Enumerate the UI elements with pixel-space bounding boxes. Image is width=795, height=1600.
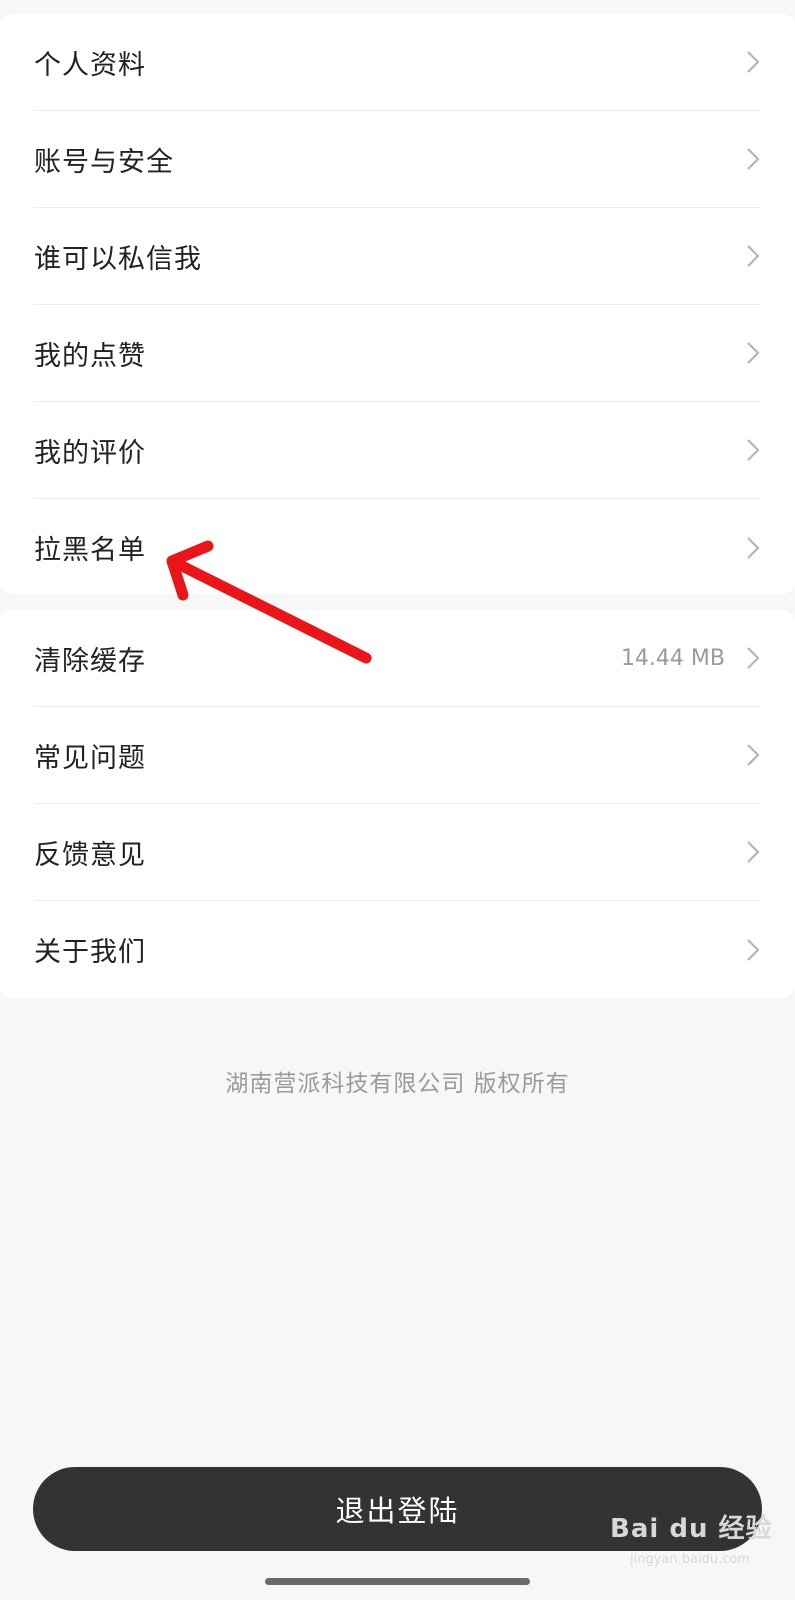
chevron-right-icon <box>747 148 760 170</box>
settings-item-label: 关于我们 <box>34 937 146 968</box>
settings-item-blacklist[interactable]: 拉黑名单 <box>34 499 761 596</box>
home-indicator[interactable] <box>265 1578 530 1585</box>
chevron-right-icon <box>747 647 760 669</box>
cache-size-value: 14.44 MB <box>620 645 725 671</box>
settings-item-clear-cache[interactable]: 清除缓存 14.44 MB <box>34 610 761 707</box>
settings-item-label: 我的点赞 <box>34 340 146 372</box>
chevron-right-icon <box>747 245 760 267</box>
chevron-right-icon <box>747 841 760 863</box>
chevron-right-icon <box>747 439 760 461</box>
settings-item-faq[interactable]: 常见问题 <box>34 707 761 804</box>
settings-item-label: 账号与安全 <box>34 146 174 178</box>
chevron-right-icon <box>747 744 760 766</box>
watermark-text: Bai du 经验 <box>610 1514 773 1544</box>
settings-group-general: 清除缓存 14.44 MB 常见问题 反馈意见 关于我们 <box>0 610 795 998</box>
copyright-text: 湖南营派科技有限公司 版权所有 <box>225 1071 570 1097</box>
chevron-right-icon <box>747 536 760 559</box>
settings-item-label: 谁可以私信我 <box>34 243 202 275</box>
settings-group-account: 个人资料 账号与安全 谁可以私信我 我的点赞 我的评价 拉黑名单 <box>0 14 795 594</box>
settings-item-label: 个人资料 <box>34 49 146 81</box>
settings-page: 个人资料 账号与安全 谁可以私信我 我的点赞 我的评价 拉黑名单 清除缓存 14… <box>0 0 795 1600</box>
settings-item-feedback[interactable]: 反馈意见 <box>34 804 761 901</box>
settings-item-label: 常见问题 <box>34 742 146 774</box>
settings-item-account-security[interactable]: 账号与安全 <box>34 111 761 208</box>
settings-item-private-message[interactable]: 谁可以私信我 <box>34 208 761 305</box>
settings-item-label: 清除缓存 <box>34 645 146 677</box>
settings-item-label: 反馈意见 <box>34 839 146 871</box>
watermark-url: jingyan.baidu.com <box>630 1552 750 1567</box>
settings-item-profile[interactable]: 个人资料 <box>34 14 761 111</box>
settings-item-my-likes[interactable]: 我的点赞 <box>34 305 761 402</box>
settings-item-about-us[interactable]: 关于我们 <box>34 901 761 998</box>
chevron-right-icon <box>747 938 760 961</box>
chevron-right-icon <box>747 342 760 364</box>
settings-item-my-reviews[interactable]: 我的评价 <box>34 402 761 499</box>
baidu-jingyan-watermark: Bai du 经验 jingyan.baidu.com <box>610 1508 795 1578</box>
chevron-right-icon <box>747 51 760 73</box>
settings-item-label: 我的评价 <box>34 437 146 469</box>
settings-item-label: 拉黑名单 <box>34 535 146 566</box>
